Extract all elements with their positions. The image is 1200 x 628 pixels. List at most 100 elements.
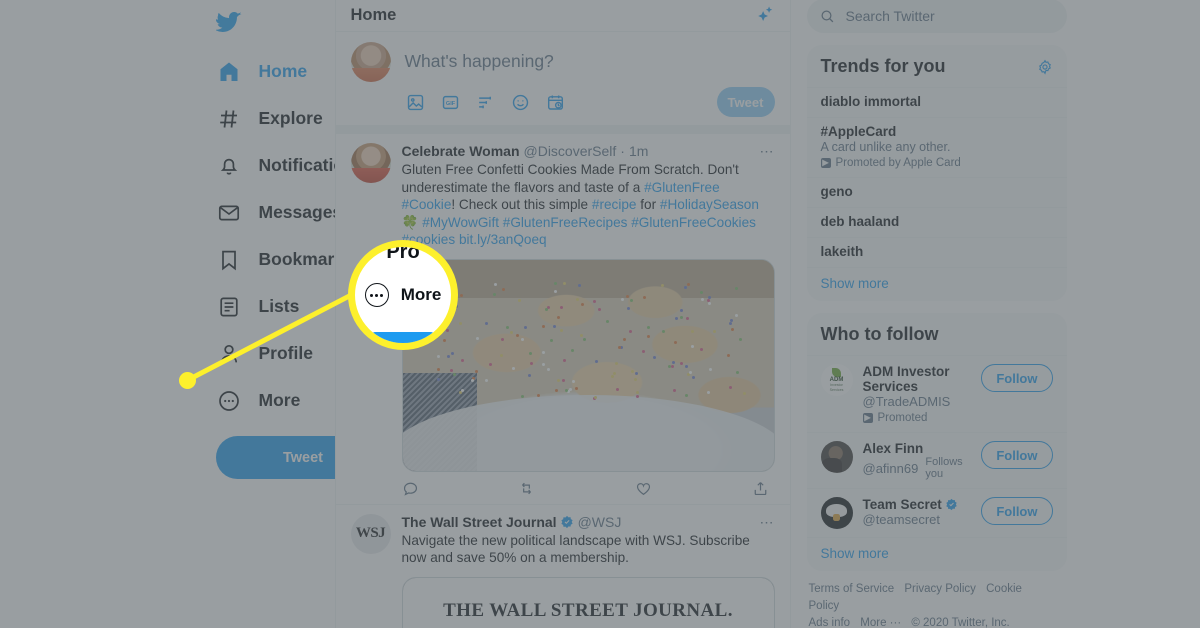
sprinkle bbox=[634, 378, 637, 381]
poll-icon[interactable] bbox=[473, 89, 499, 115]
trend-item[interactable]: lakeith bbox=[807, 237, 1067, 267]
follow-account-handle: @teamsecret bbox=[863, 512, 974, 527]
tweet-item[interactable]: Celebrate Woman @DiscoverSelf · 1m ⋯ Glu… bbox=[336, 134, 790, 505]
tweet-link[interactable]: #HolidaySeason bbox=[660, 197, 759, 212]
bookmark-icon bbox=[216, 246, 243, 273]
sprinkle bbox=[501, 338, 504, 341]
promoted-badge-icon: ▶ bbox=[821, 158, 831, 168]
image-icon[interactable] bbox=[403, 89, 429, 115]
follow-account-name: ADM Investor Services bbox=[863, 364, 974, 394]
sidebar-item-more[interactable]: More bbox=[216, 377, 335, 424]
tweet-link[interactable]: #Cookie bbox=[402, 197, 452, 212]
sprinkle bbox=[530, 362, 533, 365]
footer-more-link[interactable]: More ··· bbox=[860, 617, 901, 628]
privacy-policy-link[interactable]: Privacy Policy bbox=[904, 583, 976, 595]
trend-item[interactable]: diablo immortal bbox=[807, 87, 1067, 117]
gear-icon[interactable] bbox=[1037, 59, 1053, 75]
sprinkle bbox=[485, 322, 488, 325]
tweet-link[interactable]: #GlutenFreeRecipes bbox=[503, 215, 628, 230]
sprinkle bbox=[627, 307, 630, 310]
tweet-link[interactable]: #cookies bbox=[402, 232, 456, 247]
tweet-separator: · bbox=[620, 143, 625, 160]
reply-icon[interactable] bbox=[402, 480, 519, 497]
sidebar-item-bookmarks[interactable]: Bookmarks bbox=[216, 236, 335, 283]
sprinkle bbox=[629, 330, 632, 333]
sidebar-item-home[interactable]: Home bbox=[216, 48, 335, 95]
follow-suggestion-row[interactable]: ADM Investor Services ADM Investor Servic… bbox=[807, 355, 1067, 432]
sprinkle bbox=[555, 389, 558, 392]
gif-icon[interactable]: GIF bbox=[438, 89, 464, 115]
search-bar[interactable] bbox=[807, 0, 1067, 33]
compose-input[interactable]: What's happening? bbox=[403, 42, 775, 72]
envelope-icon bbox=[216, 199, 243, 226]
more-options-icon[interactable]: ⋯ bbox=[760, 514, 775, 531]
trend-item[interactable]: geno bbox=[807, 177, 1067, 207]
tweet-media-image[interactable] bbox=[402, 259, 775, 472]
sidebar-item-notifications[interactable]: Notifications bbox=[216, 142, 335, 189]
share-icon[interactable] bbox=[752, 480, 775, 497]
tweet-author-name[interactable]: Celebrate Woman bbox=[402, 143, 520, 160]
trends-card: Trends for you diablo immortal #AppleCar… bbox=[807, 45, 1067, 301]
sprinkle bbox=[680, 316, 683, 319]
trend-item[interactable]: #AppleCard A card unlike any other. ▶ Pr… bbox=[807, 117, 1067, 177]
sprinkle bbox=[576, 298, 579, 301]
sidebar-item-explore[interactable]: Explore bbox=[216, 95, 335, 142]
sprinkle bbox=[731, 328, 734, 331]
avatar[interactable] bbox=[351, 143, 391, 183]
copyright-text: © 2020 Twitter, Inc. bbox=[911, 617, 1009, 628]
terms-of-service-link[interactable]: Terms of Service bbox=[809, 583, 895, 595]
sprinkle bbox=[700, 348, 703, 351]
avatar[interactable] bbox=[351, 42, 391, 82]
retweet-icon[interactable] bbox=[518, 480, 635, 497]
follow-suggestion-row[interactable]: Team Secret @teamsecret Follow bbox=[807, 488, 1067, 537]
tweet-link[interactable]: #recipe bbox=[592, 197, 637, 212]
avatar[interactable] bbox=[821, 441, 853, 473]
trends-show-more-link[interactable]: Show more bbox=[807, 267, 1067, 301]
avatar[interactable] bbox=[821, 497, 853, 529]
tweet-item[interactable]: WSJ The Wall Street Journal @WSJ ⋯ Navig… bbox=[336, 505, 790, 628]
follow-button[interactable]: Follow bbox=[981, 497, 1052, 525]
avatar[interactable]: WSJ bbox=[351, 514, 391, 554]
tweet-link[interactable]: #GlutenFree bbox=[644, 180, 720, 195]
more-options-icon[interactable]: ⋯ bbox=[760, 143, 775, 160]
bell-icon bbox=[216, 152, 243, 179]
compose-tweet-button[interactable]: Tweet bbox=[717, 87, 775, 117]
avatar[interactable]: ADM Investor Services bbox=[821, 364, 853, 396]
sprinkle bbox=[700, 291, 703, 294]
sprinkle bbox=[685, 365, 688, 368]
follow-button[interactable]: Follow bbox=[981, 364, 1052, 392]
follow-button[interactable]: Follow bbox=[981, 441, 1052, 469]
sprinkle bbox=[674, 341, 677, 344]
sidebar-item-messages[interactable]: Messages bbox=[216, 189, 335, 236]
who-to-follow-title: Who to follow bbox=[807, 313, 1067, 355]
sidebar-item-label: Lists bbox=[259, 296, 300, 317]
tweet-link[interactable]: #GlutenFreeCookies bbox=[631, 215, 756, 230]
emoji-icon[interactable] bbox=[508, 89, 534, 115]
like-icon[interactable] bbox=[635, 480, 752, 497]
tweet-link[interactable]: bit.ly/3anQoeq bbox=[459, 232, 547, 247]
tweet-media-image[interactable]: THE WALL STREET JOURNAL. ELECTION 2Ø2O bbox=[402, 577, 775, 628]
sprinkle bbox=[506, 326, 509, 329]
sprinkle bbox=[684, 286, 687, 289]
who-to-follow-show-more-link[interactable]: Show more bbox=[807, 537, 1067, 571]
trend-item[interactable]: deb haaland bbox=[807, 207, 1067, 237]
sparkle-icon[interactable] bbox=[756, 4, 775, 28]
center-timeline-column: Home What's happening? GIF Tweet Celebra… bbox=[335, 0, 791, 628]
sprinkle bbox=[446, 305, 449, 308]
schedule-icon[interactable] bbox=[543, 89, 569, 115]
sprinkle bbox=[686, 317, 689, 320]
tweet-link[interactable]: #MyWowGift bbox=[422, 215, 499, 230]
trends-title: Trends for you bbox=[807, 45, 1067, 87]
sidebar-item-profile[interactable]: Profile bbox=[216, 330, 335, 377]
tweet-author-name[interactable]: The Wall Street Journal bbox=[402, 514, 557, 531]
sprinkle bbox=[571, 349, 574, 352]
search-input[interactable] bbox=[846, 8, 1054, 24]
follow-suggestion-row[interactable]: Alex Finn @afinn69 Follows you Follow bbox=[807, 432, 1067, 488]
compose-tweet-box[interactable]: What's happening? GIF Tweet bbox=[336, 32, 790, 134]
ads-info-link[interactable]: Ads info bbox=[809, 617, 851, 628]
twitter-bird-icon[interactable] bbox=[216, 2, 260, 42]
sprinkle bbox=[593, 300, 596, 303]
sprinkle bbox=[471, 379, 474, 382]
sprinkle bbox=[729, 386, 732, 389]
sidebar-item-lists[interactable]: Lists bbox=[216, 283, 335, 330]
